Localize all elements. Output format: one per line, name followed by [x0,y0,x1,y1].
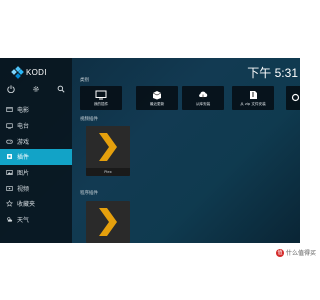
kodi-logo: KODI [11,65,47,79]
sidebar-nav: 电影 电台 游戏 插件 图片 视频 收藏夹 天气 [0,102,72,228]
watermark-badge: 值 [275,248,284,257]
tile-label: 我的插件 [93,101,109,106]
quick-actions [6,84,66,94]
star-icon [6,200,13,208]
clock: 下午 5:31 [247,66,298,80]
sidebar-item-addons[interactable]: 插件 [0,149,72,165]
watermark: 值 什么值得买 [275,248,316,257]
sidebar: KODI 电影 电台 游戏 插件 图片 视频 收藏夹 天气 [0,58,72,243]
cloud-download-icon [199,91,208,99]
gear-icon[interactable] [31,84,41,94]
tile-label: 从 zip 文件安装 [240,101,266,106]
sidebar-item-tv[interactable]: 电台 [0,118,72,134]
gamepad-icon [6,138,13,145]
sidebar-item-label: 插件 [17,154,30,162]
addon-art [86,201,130,243]
power-icon[interactable] [6,84,16,94]
plex-icon [99,208,117,236]
monitor-icon [95,90,107,99]
sidebar-item-weather[interactable]: 天气 [0,212,72,228]
categories-title: 类别 [80,78,89,83]
plex-icon [99,133,117,161]
app-name: KODI [26,67,47,77]
weather-icon [6,216,13,223]
addon-card-plex[interactable]: Plex [86,126,130,176]
sidebar-item-games[interactable]: 游戏 [0,133,72,149]
picture-icon [6,169,13,176]
tile-label: 从库安装 [195,101,211,106]
zip-icon [250,90,257,99]
tile-install-from-zip[interactable]: 从 zip 文件安装 [232,86,274,110]
search-icon [291,93,300,102]
sidebar-item-label: 视频 [17,185,30,193]
tile-recently-updated[interactable]: 最近更新 [136,86,178,110]
addon-art [86,126,130,168]
sidebar-item-movies[interactable]: 电影 [0,102,72,118]
sidebar-item-label: 天气 [17,217,30,225]
sidebar-item-pictures[interactable]: 图片 [0,165,72,181]
tile-label: 最近更新 [149,101,165,106]
addons-icon [6,153,13,160]
box-icon [152,90,162,99]
tile-install-from-repo[interactable]: 从库安装 [182,86,224,110]
addon-card-program[interactable] [86,201,130,243]
kodi-screen: KODI 电影 电台 游戏 插件 图片 视频 收藏夹 天气 下午 5:31 类别… [0,58,300,243]
search-icon[interactable] [56,84,66,94]
tile-my-addons[interactable]: 我的插件 [80,86,122,110]
watermark-text: 什么值得买 [285,250,316,257]
sidebar-item-label: 游戏 [17,138,30,146]
sidebar-item-label: 图片 [17,170,30,178]
tv-icon [6,122,13,129]
tile-more[interactable] [286,86,300,110]
sidebar-item-label: 收藏夹 [17,201,36,209]
sidebar-item-favourites[interactable]: 收藏夹 [0,196,72,212]
addon-name: Plex [86,168,130,176]
kodi-logo-icon [11,65,24,79]
movie-icon [6,106,13,113]
video-addons-title: 视频插件 [80,117,98,122]
sidebar-item-videos[interactable]: 视频 [0,180,72,196]
video-icon [6,185,13,192]
program-addons-title: 程序插件 [80,191,98,196]
sidebar-item-label: 电影 [17,107,30,115]
sidebar-item-label: 电台 [17,123,30,131]
